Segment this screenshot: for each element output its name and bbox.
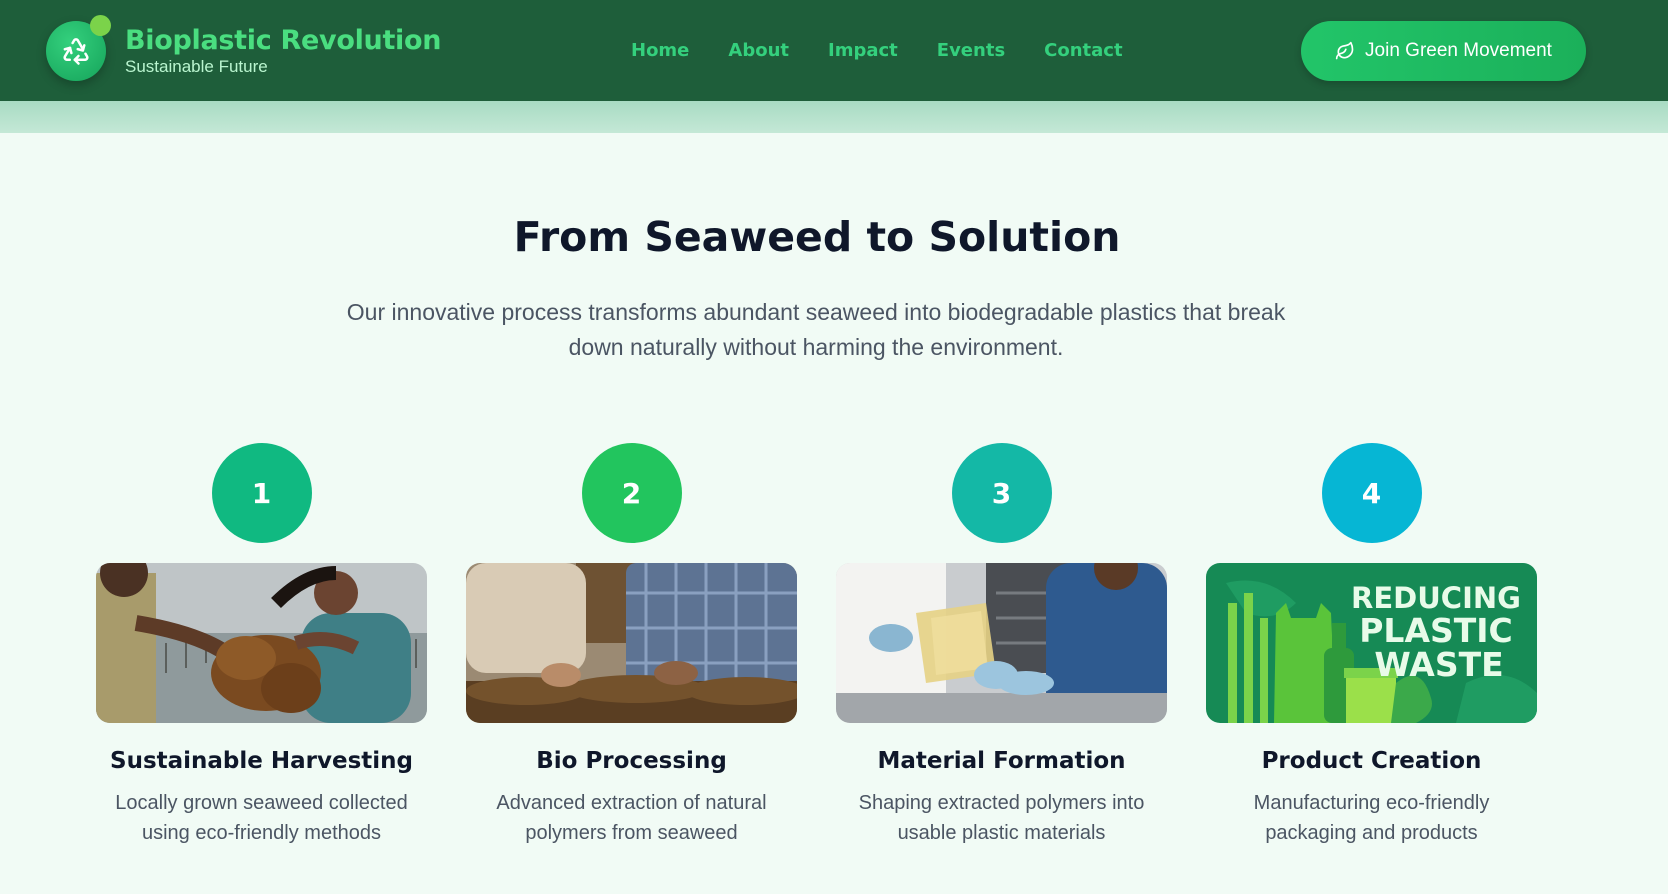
nav-contact[interactable]: Contact (1044, 38, 1122, 64)
nav-events[interactable]: Events (937, 38, 1005, 64)
section-title: From Seaweed to Solution (513, 213, 1121, 261)
join-green-movement-button[interactable]: Join Green Movement (1301, 21, 1586, 81)
processing-illustration (466, 563, 797, 723)
formation-image (836, 563, 1167, 723)
brand-subtitle: Sustainable Future (125, 57, 268, 76)
image-text-line-3: WASTE (1374, 645, 1503, 684)
cta-label: Join Green Movement (1365, 40, 1552, 61)
product-image: REDUCING PLASTIC WASTE (1206, 563, 1537, 723)
processing-image (466, 563, 797, 723)
step-number-badge: 3 (951, 443, 1052, 543)
step-number-badge: 1 (211, 443, 312, 543)
step-title: Sustainable Harvesting (110, 748, 413, 774)
process-step-1: 1 Sustainable Harvesting Locally grown s… (96, 443, 427, 848)
leaf-icon (1335, 41, 1354, 60)
step-description: Manufacturing eco-friendly packaging and… (1253, 792, 1490, 844)
brand-title: Bioplastic Revolution (125, 25, 442, 56)
process-step-3: 3 Material Formation Shaping extracted p… (836, 443, 1167, 848)
main-nav: Home About Impact Events Contact (631, 38, 1162, 64)
nav-about[interactable]: About (728, 38, 789, 64)
reducing-plastic-waste-illustration: REDUCING PLASTIC WASTE (1206, 563, 1537, 723)
image-text-line-1: REDUCING (1351, 581, 1521, 615)
step-title: Product Creation (1261, 748, 1482, 774)
step-title: Bio Processing (536, 748, 727, 774)
nav-home[interactable]: Home (631, 38, 689, 64)
site-header: Bioplastic Revolution Sustainable Future… (0, 0, 1668, 101)
nav-impact[interactable]: Impact (828, 38, 898, 64)
logo-accent-dot (90, 15, 111, 36)
harvesting-image (96, 563, 427, 723)
step-number-badge: 2 (581, 443, 682, 543)
brand[interactable]: Bioplastic Revolution Sustainable Future (125, 25, 441, 77)
step-description: Locally grown seaweed collected using ec… (115, 792, 408, 844)
process-step-2: 2 Bio Processing Advanced extraction of … (466, 443, 797, 848)
step-description: Shaping extracted polymers into usable p… (858, 792, 1145, 844)
recycle-icon (63, 38, 89, 65)
formation-illustration (836, 563, 1167, 723)
section-description: Our innovative process transforms abunda… (346, 299, 1286, 360)
harvesting-illustration (96, 563, 427, 723)
process-step-4: 4 REDUCING PLASTIC WASTE Product Creatio… (1206, 443, 1537, 848)
header-shadow-band (0, 101, 1668, 133)
step-number-badge: 4 (1321, 443, 1422, 543)
step-description: Advanced extraction of natural polymers … (496, 792, 767, 844)
step-title: Material Formation (877, 748, 1126, 774)
